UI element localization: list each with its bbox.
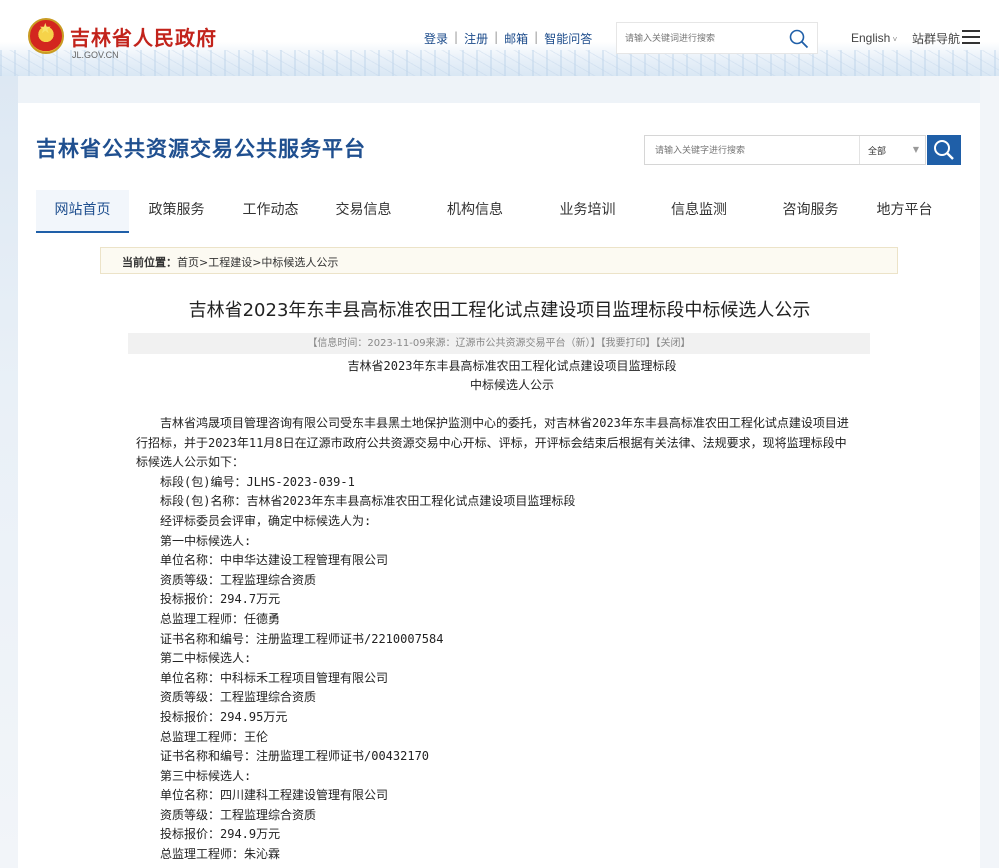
- body-line: 总监理工程师：朱沁霖: [160, 847, 281, 862]
- breadcrumb-label: 当前位置：: [122, 256, 177, 269]
- site-search-input[interactable]: [625, 31, 785, 47]
- body-line: 证书名称和编号：注册监理工程师证书/2210007584: [160, 631, 444, 646]
- chevron-down-icon: ˅: [890, 35, 898, 44]
- nav-item-monitoring[interactable]: 信息监测: [635, 190, 763, 233]
- top-links: 登录 | 注册 | 邮箱 | 智能问答: [424, 30, 592, 47]
- article-title: 吉林省2023年东丰县高标准农田工程化试点建设项目监理标段中标候选人公示: [188, 300, 811, 321]
- body-line: 单位名称：中申华达建设工程管理有限公司: [160, 553, 389, 568]
- smart-qa-link[interactable]: 智能问答: [544, 30, 592, 47]
- search-icon[interactable]: [789, 29, 809, 49]
- article-subtitle-line1: 吉林省2023年东丰县高标准农田工程化试点建设项目监理标段: [347, 359, 677, 373]
- nav-item-policy[interactable]: 政策服务: [129, 190, 224, 233]
- platform-search-button[interactable]: [927, 135, 961, 165]
- platform-search-box: 全部 ▼: [644, 135, 926, 165]
- banner-pattern: [0, 50, 999, 76]
- emblem-star-icon: ★: [39, 21, 52, 37]
- article-subtitle-line2: 中标候选人公示: [469, 378, 554, 392]
- body-line: 资质等级：工程监理综合资质: [160, 807, 317, 822]
- sitemap-link[interactable]: 站群导航: [912, 30, 960, 47]
- body-line: 单位名称：四川建科工程建设管理有限公司: [160, 788, 389, 803]
- side-decoration: [0, 76, 18, 868]
- login-link[interactable]: 登录: [424, 30, 448, 47]
- search-icon: [934, 140, 954, 160]
- nav-item-institutions[interactable]: 机构信息: [410, 190, 540, 233]
- close-link[interactable]: 【关闭】: [656, 338, 691, 349]
- body-line: 资质等级：工程监理综合资质: [160, 572, 317, 587]
- article-meta: 【信息时间：2023-11-09来源：辽源市公共资源交易平台（新）】【我要打印】…: [128, 333, 870, 354]
- body-line: 投标报价：294.7万元: [160, 592, 281, 607]
- body-line: 投标报价：294.95万元: [160, 709, 288, 724]
- search-scope-value: 全部: [868, 147, 887, 157]
- article-meta-info: 【信息时间：2023-11-09来源：辽源市公共资源交易平台（新）】: [307, 338, 601, 349]
- print-link[interactable]: 【我要打印】: [601, 338, 656, 349]
- side-decoration-right: [980, 76, 999, 868]
- hamburger-menu-icon[interactable]: [962, 30, 980, 44]
- nav-item-local[interactable]: 地方平台: [858, 190, 951, 233]
- language-switch[interactable]: English ˅: [851, 31, 897, 45]
- body-line: 资质等级：工程监理综合资质: [160, 690, 317, 705]
- body-line: 标段(包)编号：JLHS-2023-039-1: [160, 474, 355, 489]
- body-line: 经评标委员会评审，确定中标候选人为:: [160, 513, 372, 528]
- article-intro: 吉林省鸿晟项目管理咨询有限公司受东丰县黑土地保护监测中心的委托，对吉林省2023…: [136, 416, 849, 470]
- body-line: 总监理工程师：王伦: [160, 729, 269, 744]
- breadcrumb-path[interactable]: 首页>工程建设>中标候选人公示: [177, 256, 338, 269]
- separator: |: [494, 30, 499, 44]
- separator: |: [534, 30, 539, 44]
- breadcrumb: 当前位置：首页>工程建设>中标候选人公示: [100, 247, 898, 274]
- site-domain: JL.GOV.CN: [72, 50, 119, 60]
- search-scope-select[interactable]: 全部 ▼: [859, 136, 927, 164]
- body-line: 第二中标候选人:: [160, 651, 252, 666]
- mailbox-link[interactable]: 邮箱: [504, 30, 528, 47]
- nav-item-training[interactable]: 业务培训: [540, 190, 635, 233]
- separator: |: [454, 30, 459, 44]
- body-line: 第三中标候选人:: [160, 768, 252, 783]
- nav-item-consulting[interactable]: 咨询服务: [763, 190, 858, 233]
- platform-search-input[interactable]: [655, 143, 855, 159]
- register-link[interactable]: 注册: [464, 30, 488, 47]
- nav-item-news[interactable]: 工作动态: [224, 190, 317, 233]
- body-line: 总监理工程师：任德勇: [160, 611, 281, 626]
- nav-item-home[interactable]: 网站首页: [36, 190, 129, 233]
- body-line: 单位名称：中科标禾工程项目管理有限公司: [160, 670, 389, 685]
- site-title[interactable]: 吉林省人民政府: [70, 22, 217, 51]
- body-line: 第一中标候选人:: [160, 533, 252, 548]
- body-line: 标段(包)名称：吉林省2023年东丰县高标准农田工程化试点建设项目监理标段: [160, 494, 576, 509]
- article-body: 吉林省鸿晟项目管理咨询有限公司受东丰县黑土地保护监测中心的委托，对吉林省2023…: [136, 414, 858, 865]
- nav-item-trading[interactable]: 交易信息: [317, 190, 410, 233]
- body-line: 投标报价：294.9万元: [160, 827, 281, 842]
- platform-title[interactable]: 吉林省公共资源交易公共服务平台: [36, 133, 366, 163]
- main-nav: 网站首页 政策服务 工作动态 交易信息 机构信息 业务培训 信息监测 咨询服务 …: [36, 190, 961, 233]
- caret-down-icon: ▼: [912, 145, 919, 154]
- site-search-box: [616, 22, 818, 54]
- language-label: English: [851, 31, 891, 45]
- body-line: 证书名称和编号：注册监理工程师证书/00432170: [160, 749, 430, 764]
